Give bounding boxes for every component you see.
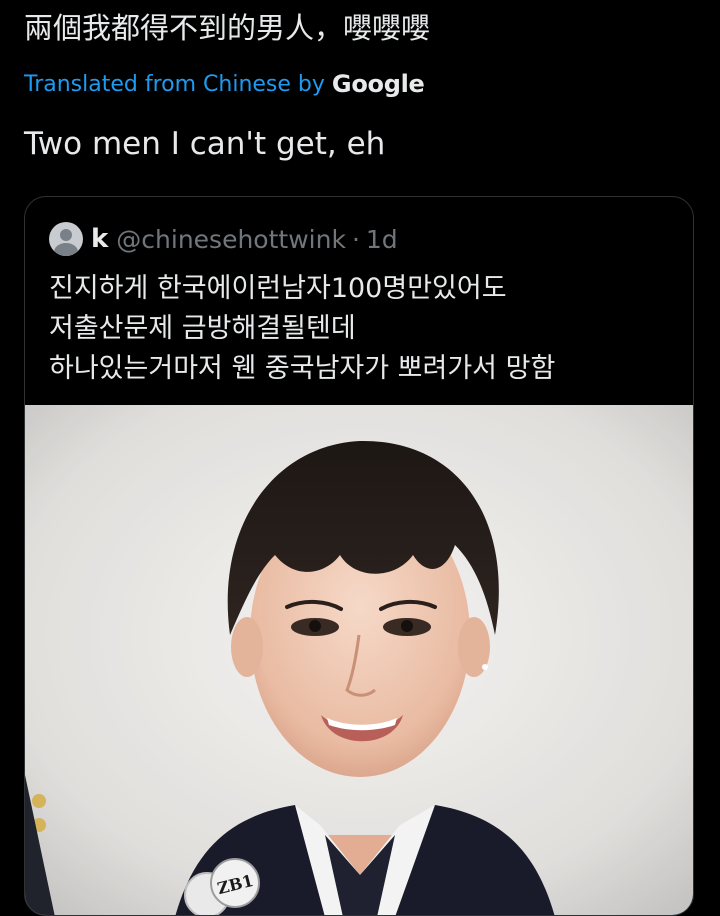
header-separator: · xyxy=(351,224,360,254)
translated-from-link[interactable]: Translated from Chinese by xyxy=(24,72,325,97)
quoted-tweet-header: k @chinesehottwink · 1d xyxy=(49,219,398,259)
tweet-translated-text: Two men I can't get, eh xyxy=(24,126,386,162)
quoted-handle[interactable]: @chinesehottwink xyxy=(116,225,346,254)
quoted-tweet-photo[interactable]: ZB1 xyxy=(25,405,693,915)
translation-attribution: Translated from Chinese by Google xyxy=(24,66,425,102)
tweet-original-text: 兩個我都得不到的男人，嚶嚶嚶 xyxy=(24,11,431,45)
quoted-text-line: 하나있는거마저 웬 중국남자가 뽀려가서 망함 xyxy=(49,353,556,384)
quoted-display-name[interactable]: k xyxy=(91,224,108,254)
google-logo: Google xyxy=(331,70,425,98)
quoted-text-line: 진지하게 한국에이런남자100명만있어도 xyxy=(49,273,507,304)
quoted-tweet-text: 진지하게 한국에이런남자100명만있어도 저출산문제 금방해결될텐데 하나있는거… xyxy=(49,269,555,389)
quoted-text-line: 저출산문제 금방해결될텐데 xyxy=(49,313,356,344)
default-avatar-icon[interactable] xyxy=(49,222,83,256)
quoted-tweet-card[interactable]: k @chinesehottwink · 1d 진지하게 한국에이런남자100명… xyxy=(24,196,694,916)
quoted-timestamp[interactable]: 1d xyxy=(366,225,398,254)
